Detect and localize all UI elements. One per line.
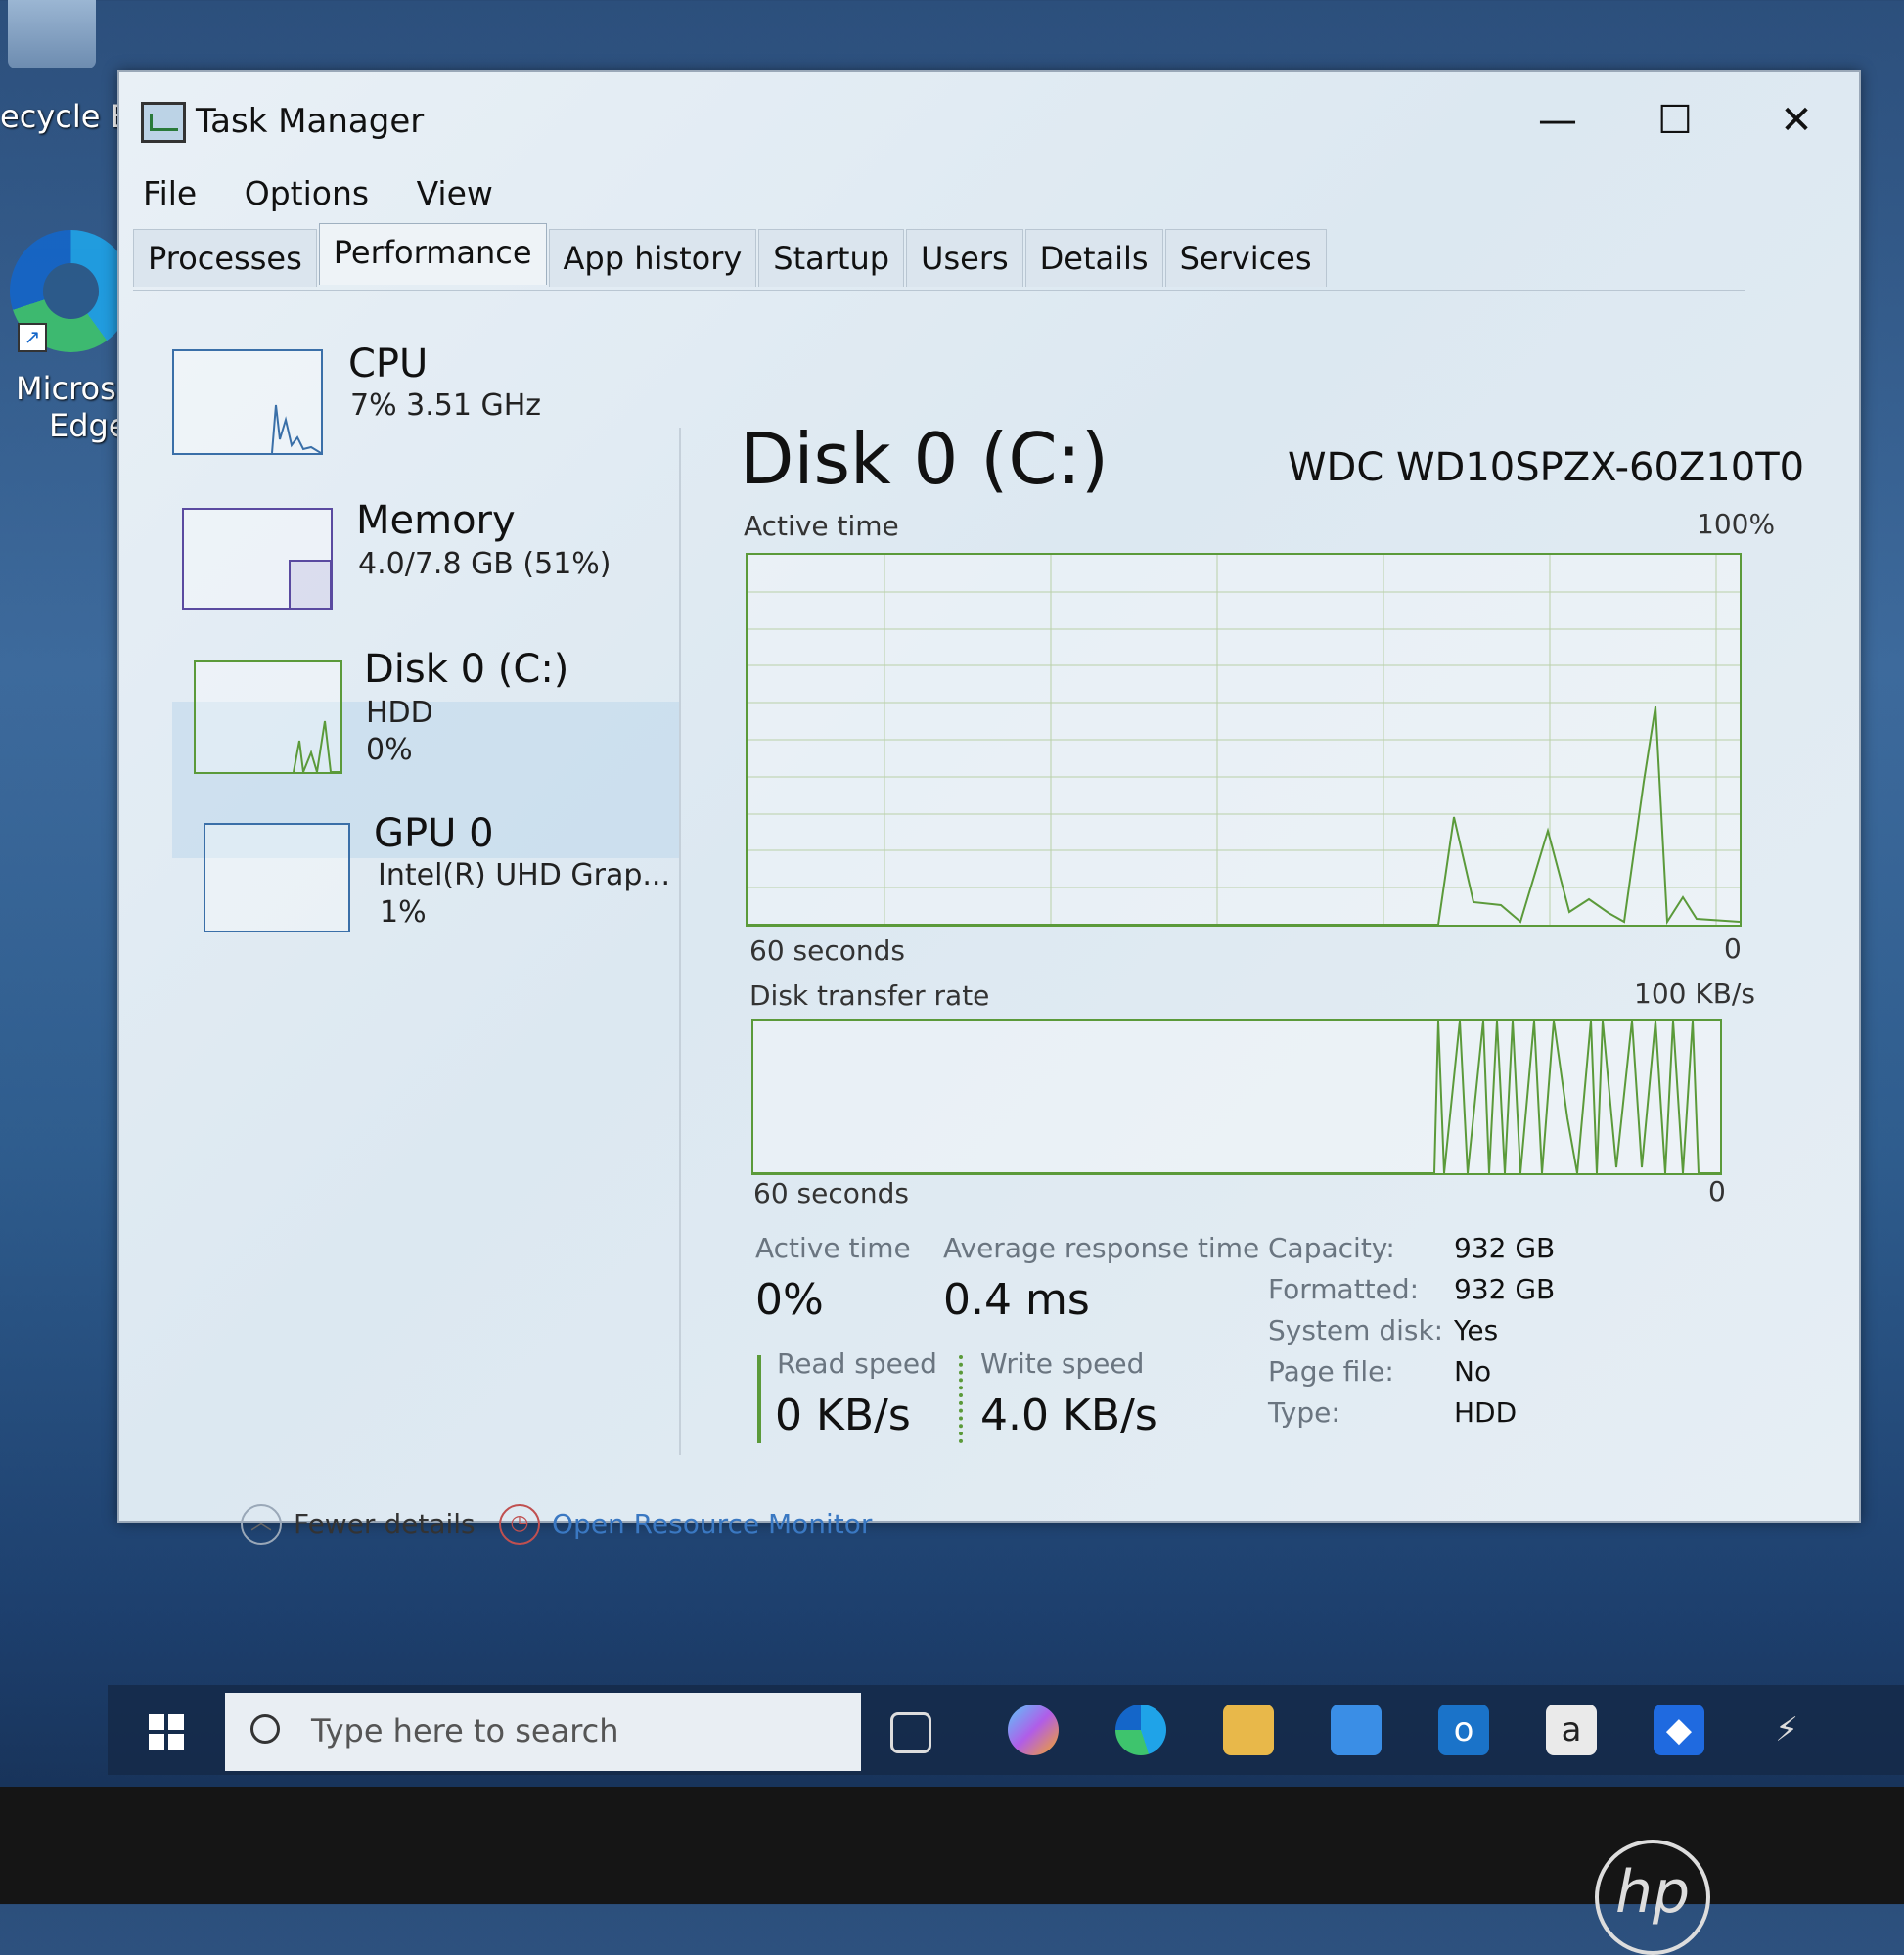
cpu-label: CPU — [348, 341, 429, 386]
menu-view[interactable]: View — [417, 174, 493, 212]
disk-type: HDD — [366, 696, 433, 730]
memory-thumbnail-graph — [182, 508, 333, 610]
prop-system-disk-label: System disk: — [1268, 1314, 1444, 1346]
maximize-button[interactable]: ☐ — [1626, 86, 1724, 155]
search-icon — [250, 1714, 280, 1744]
gpu-label: GPU 0 — [374, 811, 494, 856]
search-placeholder: Type here to search — [311, 1712, 619, 1750]
minimize-button[interactable]: — — [1509, 86, 1607, 155]
hp-logo: hp — [1595, 1840, 1710, 1955]
dropbox-icon[interactable]: ◆ — [1654, 1705, 1704, 1755]
active-time-graph-label: Active time — [744, 510, 899, 542]
detail-title: Disk 0 (C:) — [740, 418, 1109, 500]
close-button[interactable]: ✕ — [1747, 86, 1845, 155]
power-automate-icon[interactable]: ⚡ — [1761, 1705, 1812, 1755]
prop-formatted-label: Formatted: — [1268, 1273, 1420, 1305]
recycle-bin-icon[interactable] — [8, 0, 96, 68]
tab-app-history[interactable]: App history — [548, 229, 757, 287]
task-manager-icon — [141, 102, 186, 143]
read-speed-value: 0 KB/s — [775, 1390, 911, 1440]
transfer-graph-label: Disk transfer rate — [749, 979, 990, 1012]
amazon-icon[interactable]: a — [1546, 1705, 1597, 1755]
edge-taskbar-icon[interactable] — [1115, 1705, 1166, 1755]
fewer-details-link[interactable]: Fewer details — [294, 1508, 476, 1540]
menu-options[interactable]: Options — [245, 174, 369, 212]
prop-type-value: HDD — [1454, 1396, 1518, 1429]
prop-page-file-value: No — [1454, 1355, 1492, 1387]
active-time-graph — [746, 553, 1742, 927]
transfer-rate-graph — [751, 1019, 1722, 1175]
menu-file[interactable]: File — [143, 174, 197, 212]
avg-response-label: Average response time — [943, 1232, 1260, 1264]
gpu-usage: 1% — [380, 895, 427, 930]
write-speed-legend-bar — [959, 1355, 963, 1443]
active-time-graph-span: 60 seconds — [749, 934, 905, 967]
copilot-icon[interactable] — [1008, 1705, 1059, 1755]
title-bar[interactable]: Task Manager — ☐ ✕ — [119, 72, 1859, 160]
taskbar-search-box[interactable]: Type here to search — [225, 1693, 861, 1771]
prop-formatted-value: 932 GB — [1454, 1273, 1556, 1305]
prop-capacity-value: 932 GB — [1454, 1232, 1556, 1264]
prop-capacity-label: Capacity: — [1268, 1232, 1395, 1264]
window-title: Task Manager — [196, 102, 425, 141]
shortcut-arrow-icon: ↗ — [18, 323, 47, 352]
outlook-icon[interactable]: o — [1438, 1705, 1489, 1755]
disk-usage: 0% — [366, 733, 413, 767]
active-time-stat-label: Active time — [755, 1232, 911, 1264]
tab-performance[interactable]: Performance — [318, 223, 547, 285]
performance-panel: CPU 7% 3.51 GHz Memory 4.0/7.8 GB (51%) … — [133, 290, 1804, 1545]
gpu-thumbnail-graph — [204, 823, 350, 932]
chevron-up-icon[interactable]: ︿ — [241, 1504, 282, 1545]
prop-type-label: Type: — [1268, 1396, 1340, 1429]
microsoft-store-icon[interactable] — [1331, 1705, 1382, 1755]
active-time-stat-value: 0% — [755, 1275, 824, 1325]
tab-services[interactable]: Services — [1164, 229, 1327, 287]
write-speed-value: 4.0 KB/s — [980, 1390, 1157, 1440]
prop-page-file-label: Page file: — [1268, 1355, 1394, 1387]
panel-divider — [679, 428, 681, 1455]
windows-start-icon[interactable] — [149, 1714, 184, 1750]
task-manager-window: Task Manager — ☐ ✕ File Options View Pro… — [117, 70, 1861, 1545]
active-time-graph-min: 0 — [1724, 932, 1742, 965]
open-resource-monitor-link[interactable]: Open Resource Monitor — [552, 1508, 872, 1540]
disk-model: WDC WD10SPZX-60Z10T0 — [1288, 445, 1805, 490]
memory-label: Memory — [356, 498, 516, 543]
task-view-icon[interactable] — [890, 1712, 931, 1753]
transfer-graph-max: 100 KB/s — [1634, 978, 1755, 1010]
resource-monitor-icon[interactable]: ◷ — [499, 1504, 540, 1545]
write-speed-label: Write speed — [980, 1347, 1145, 1380]
avg-response-value: 0.4 ms — [943, 1275, 1090, 1325]
tab-startup[interactable]: Startup — [758, 229, 905, 287]
transfer-graph-min: 0 — [1708, 1175, 1726, 1207]
disk-label: Disk 0 (C:) — [364, 647, 569, 692]
prop-system-disk-value: Yes — [1454, 1314, 1499, 1346]
file-explorer-icon[interactable] — [1223, 1705, 1274, 1755]
transfer-graph-span: 60 seconds — [753, 1177, 909, 1209]
read-speed-label: Read speed — [777, 1347, 937, 1380]
cpu-thumbnail-graph — [172, 349, 323, 455]
cpu-usage: 7% 3.51 GHz — [350, 388, 542, 423]
tab-processes[interactable]: Processes — [133, 229, 317, 287]
tab-details[interactable]: Details — [1024, 229, 1163, 287]
memory-usage: 4.0/7.8 GB (51%) — [358, 547, 612, 581]
read-speed-legend-bar — [757, 1355, 761, 1443]
active-time-graph-max: 100% — [1697, 508, 1776, 540]
gpu-model: Intel(R) UHD Grap... — [378, 858, 670, 892]
menu-bar: File Options View — [143, 174, 530, 212]
edge-label-line2: Edge — [49, 407, 128, 444]
disk-thumbnail-graph — [194, 660, 342, 774]
tab-users[interactable]: Users — [906, 229, 1023, 287]
taskbar: Type here to search o a ◆ ⚡ — [108, 1685, 1904, 1775]
tab-strip: Processes Performance App history Startu… — [133, 223, 1329, 290]
